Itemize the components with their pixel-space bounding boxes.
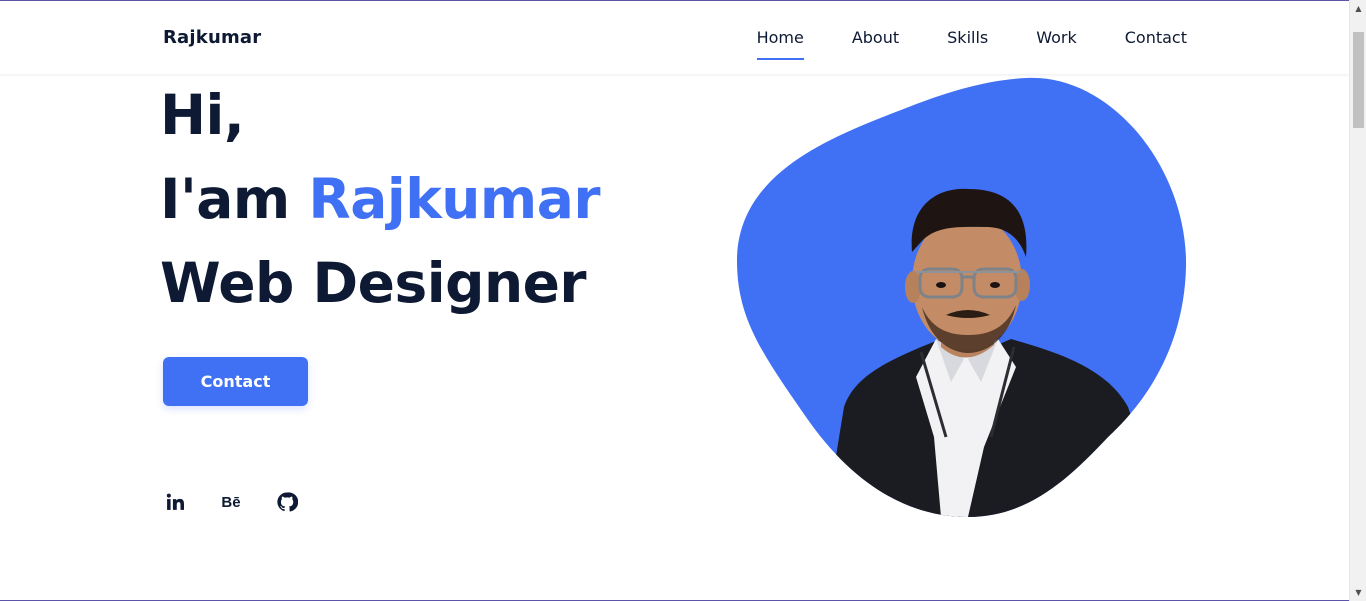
page: Rajkumar Home About Skills Work Contact … xyxy=(0,0,1349,601)
hero-intro: I'am Rajkumar xyxy=(160,157,600,241)
linkedin-icon[interactable] xyxy=(163,490,187,514)
social-links: Bē xyxy=(163,490,331,514)
site-header: Rajkumar Home About Skills Work Contact xyxy=(0,1,1349,74)
nav-work[interactable]: Work xyxy=(1036,28,1077,48)
site-logo[interactable]: Rajkumar xyxy=(163,27,261,48)
contact-button[interactable]: Contact xyxy=(163,357,308,406)
nav-home[interactable]: Home xyxy=(756,28,805,60)
nav-skills[interactable]: Skills xyxy=(947,28,988,48)
scrollbar-thumb[interactable] xyxy=(1353,32,1364,128)
main-nav: Home About Skills Work Contact xyxy=(756,28,1187,60)
scroll-down-arrow-icon[interactable]: ▼ xyxy=(1350,584,1366,601)
profile-blob xyxy=(736,77,1188,517)
github-icon[interactable] xyxy=(275,490,299,514)
nav-contact[interactable]: Contact xyxy=(1125,28,1187,48)
vertical-scrollbar[interactable]: ▲ ▼ xyxy=(1349,0,1366,601)
nav-about[interactable]: About xyxy=(852,28,899,48)
hero-name: Rajkumar xyxy=(308,167,600,231)
scroll-up-arrow-icon[interactable]: ▲ xyxy=(1350,0,1366,17)
hero-intro-prefix: I'am xyxy=(160,167,309,231)
hero-title: Hi, I'am Rajkumar Web Designer xyxy=(160,73,600,325)
behance-icon[interactable]: Bē xyxy=(219,490,243,514)
hero-greeting: Hi, xyxy=(160,83,245,147)
hero-role: Web Designer xyxy=(160,251,587,315)
profile-photo xyxy=(736,77,1187,517)
